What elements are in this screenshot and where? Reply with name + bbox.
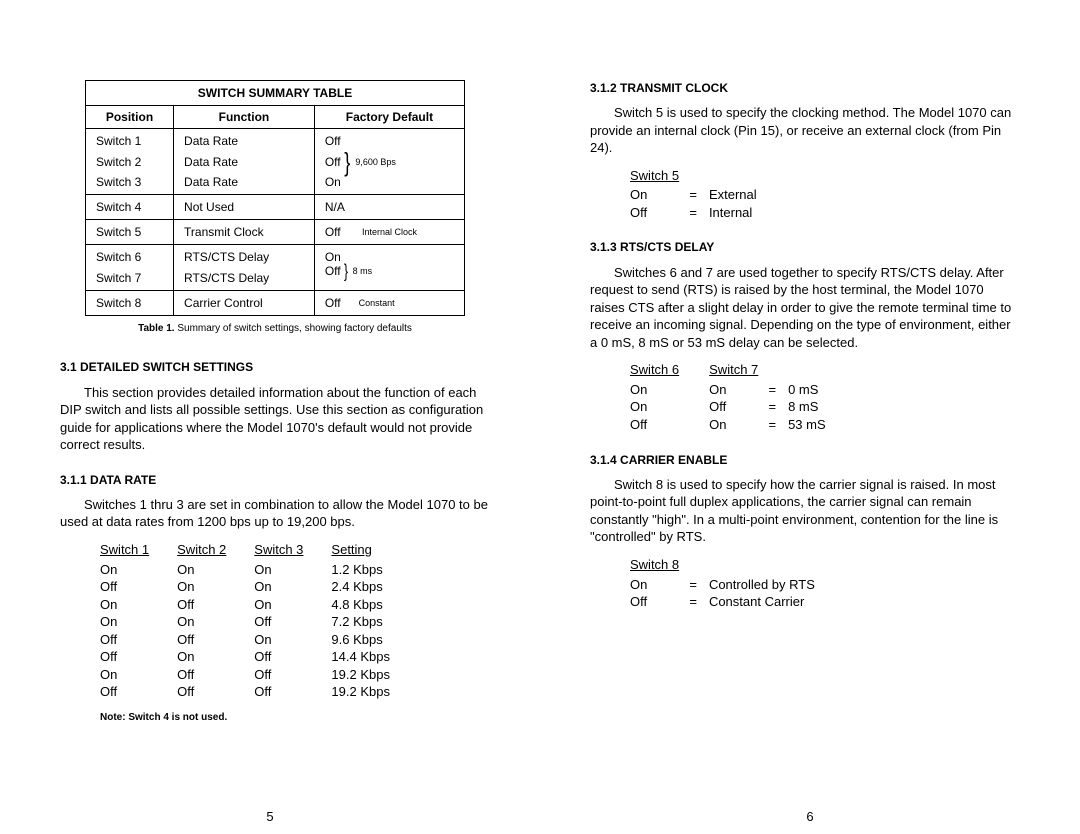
table-row: On=Controlled by RTS: [630, 576, 845, 594]
table-row: OnOff=8 mS: [630, 398, 856, 416]
heading-3-1-3: 3.1.3 RTS/CTS DELAY: [590, 239, 1020, 255]
table-row: Switch 3 Data Rate On: [86, 172, 465, 195]
note-text: Note: Switch 4 is not used.: [100, 711, 490, 725]
switch67-table: Switch 6 Switch 7 OnOn=0 mS OnOff=8 mS O…: [630, 361, 856, 433]
table-title: SWITCH SUMMARY TABLE: [86, 81, 465, 106]
heading-3-1: 3.1 DETAILED SWITCH SETTINGS: [60, 359, 490, 375]
page-number-left: 5: [0, 808, 540, 826]
body-text: Switches 6 and 7 are used together to sp…: [590, 264, 1020, 352]
switch5-table: Switch 5 On=External Off=Internal: [630, 167, 787, 222]
table-row: Off=Constant Carrier: [630, 593, 845, 611]
data-rate-table: Switch 1 Switch 2 Switch 3 Setting OnOnO…: [100, 541, 418, 701]
table-row: OnOffOff19.2 Kbps: [100, 666, 418, 684]
heading-3-1-4: 3.1.4 CARRIER ENABLE: [590, 452, 1020, 468]
table-row: Switch 4 Not Used N/A: [86, 194, 465, 219]
table-row: Switch 7 RTS/CTS Delay Off } 8 ms: [86, 268, 465, 291]
page-left: SWITCH SUMMARY TABLE Position Function F…: [0, 0, 540, 834]
col-position: Position: [86, 106, 174, 129]
switch-summary-table: SWITCH SUMMARY TABLE Position Function F…: [85, 80, 465, 316]
heading-3-1-1: 3.1.1 DATA RATE: [60, 472, 490, 488]
body-text: Switches 1 thru 3 are set in combination…: [60, 496, 490, 531]
table-row: On=External: [630, 186, 787, 204]
page-number-right: 6: [540, 808, 1080, 826]
heading-3-1-2: 3.1.2 TRANSMIT CLOCK: [590, 80, 1020, 96]
table-row: Switch 2 Data Rate Off } 9,600 Bps: [86, 152, 465, 172]
table-row: Switch 8 Carrier Control Off Constant: [86, 290, 465, 315]
table-row: Off=Internal: [630, 204, 787, 222]
col-function: Function: [174, 106, 315, 129]
table-row: OnOffOn4.8 Kbps: [100, 596, 418, 614]
body-text: This section provides detailed informati…: [60, 384, 490, 454]
page-spread: SWITCH SUMMARY TABLE Position Function F…: [0, 0, 1080, 834]
table-row: OffOn=53 mS: [630, 416, 856, 434]
switch8-table: Switch 8 On=Controlled by RTS Off=Consta…: [630, 556, 845, 611]
table-row: OnOn=0 mS: [630, 381, 856, 399]
body-text: Switch 8 is used to specify how the carr…: [590, 476, 1020, 546]
table-row: Switch 5 Transmit Clock Off Internal Clo…: [86, 220, 465, 245]
table-row: OnOnOn1.2 Kbps: [100, 561, 418, 579]
page-right: 3.1.2 TRANSMIT CLOCK Switch 5 is used to…: [540, 0, 1080, 834]
table-caption: Table 1. Summary of switch settings, sho…: [60, 322, 490, 336]
table-row: OffOffOn9.6 Kbps: [100, 631, 418, 649]
table-row: OffOnOn2.4 Kbps: [100, 578, 418, 596]
body-text: Switch 5 is used to specify the clocking…: [590, 104, 1020, 157]
table-row: OffOffOff19.2 Kbps: [100, 683, 418, 701]
col-factory-default: Factory Default: [314, 106, 464, 129]
table-row: Switch 1 Data Rate Off: [86, 129, 465, 152]
table-row: OffOnOff14.4 Kbps: [100, 648, 418, 666]
table-row: OnOnOff7.2 Kbps: [100, 613, 418, 631]
